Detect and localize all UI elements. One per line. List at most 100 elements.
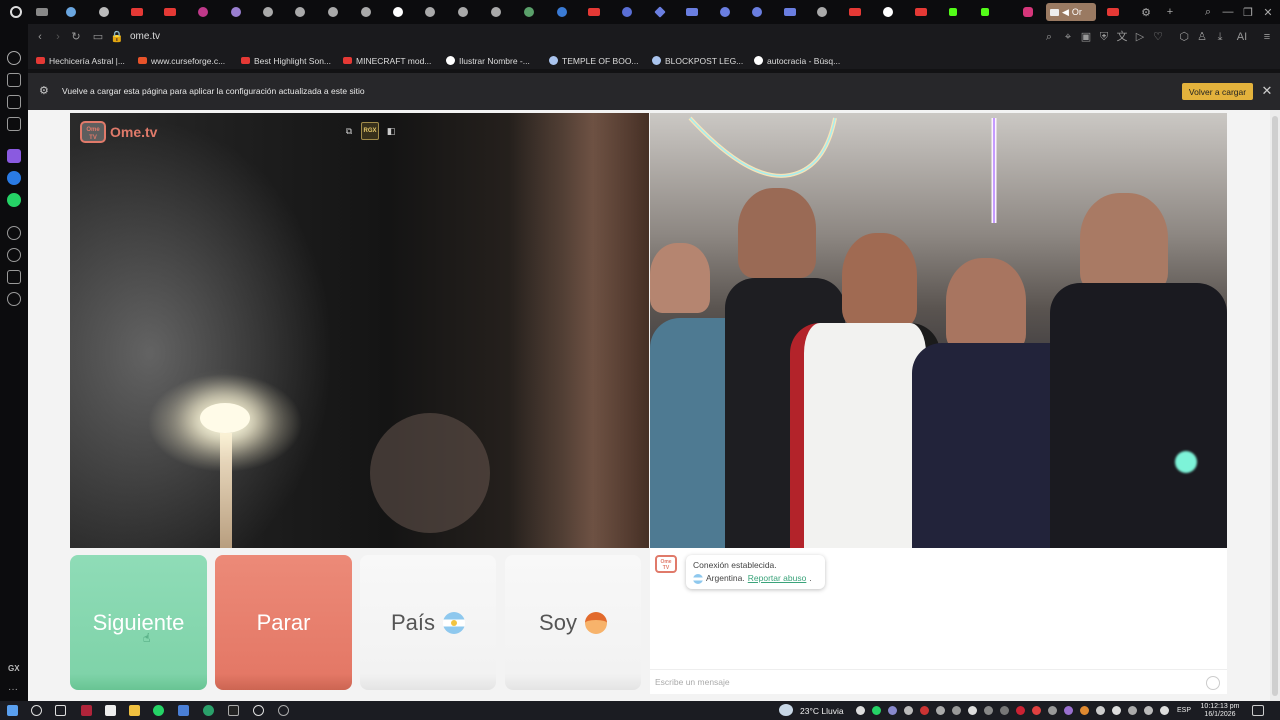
tab-steam[interactable] (55, 0, 87, 24)
extensions-icon[interactable] (7, 270, 21, 284)
tab-9[interactable] (447, 0, 479, 24)
close-window-icon[interactable]: ✕ (1260, 4, 1276, 20)
tab-active[interactable]: ◀ Or (1046, 3, 1096, 21)
tray-icon[interactable] (872, 706, 881, 715)
tab-youtube-5[interactable] (905, 0, 937, 24)
tab-1[interactable] (88, 0, 120, 24)
tiktok-taskbar-icon[interactable] (228, 705, 239, 716)
lock-icon[interactable]: 🔒 (110, 30, 124, 44)
tab-12[interactable] (546, 0, 578, 24)
reload-icon[interactable]: ↻ (69, 30, 83, 44)
tab-10[interactable] (480, 0, 512, 24)
report-abuse-link[interactable]: Reportar abuso (748, 572, 807, 585)
tray-icon[interactable] (984, 706, 993, 715)
tray-icon[interactable] (1080, 706, 1089, 715)
tab-8[interactable] (414, 0, 446, 24)
tab-google-1[interactable] (382, 0, 414, 24)
gx-cleaner-icon[interactable] (7, 95, 21, 109)
tab-kick-2[interactable] (969, 0, 1001, 24)
tray-icon[interactable] (856, 706, 865, 715)
back-icon[interactable]: ‹ (33, 30, 47, 44)
bookmark-item[interactable]: Hechicería Astral |... (36, 54, 125, 67)
tray-icon[interactable] (888, 706, 897, 715)
country-button[interactable]: País (360, 555, 496, 690)
tab-google-2[interactable] (872, 0, 904, 24)
tray-icon[interactable] (1032, 706, 1041, 715)
settings-gear-icon[interactable]: ⚙ (1138, 4, 1154, 20)
heart-icon[interactable]: ♡ (1151, 30, 1165, 44)
tab-6[interactable] (317, 0, 349, 24)
whatsapp-taskbar-icon[interactable] (153, 705, 164, 716)
tray-icon[interactable] (1064, 706, 1073, 715)
search-icon[interactable] (31, 705, 42, 716)
tab-14[interactable] (644, 0, 676, 24)
ai-icon[interactable]: AI (1231, 30, 1253, 44)
sidebar-settings-icon[interactable] (7, 292, 21, 306)
file-explorer-icon[interactable] (129, 705, 140, 716)
opera-taskbar-icon[interactable] (253, 705, 264, 716)
tab-17[interactable] (741, 0, 773, 24)
bookmark-item[interactable]: Best Highlight Son... (241, 54, 331, 67)
whatsapp-icon[interactable] (7, 193, 21, 207)
tray-icon[interactable] (1160, 706, 1169, 715)
twitch-icon[interactable] (7, 149, 21, 163)
tab-youtube-1[interactable] (121, 0, 153, 24)
tab-19[interactable] (806, 0, 838, 24)
chat-message-input[interactable] (655, 675, 1195, 689)
tray-icon[interactable] (968, 706, 977, 715)
download-icon[interactable]: ⤓ (1213, 30, 1227, 44)
gender-button[interactable]: Soy (505, 555, 641, 690)
task-view-icon[interactable] (55, 705, 66, 716)
bookmark-item[interactable]: MINECRAFT mod... (343, 54, 431, 67)
tab-15[interactable] (676, 0, 708, 24)
page-scrollbar[interactable] (1270, 110, 1280, 701)
reload-button[interactable]: Volver a cargar (1182, 83, 1253, 100)
shield-icon[interactable]: ⛨ (1097, 30, 1111, 44)
ometv-logo[interactable]: Ome TV Ome.tv (80, 121, 157, 143)
search-tabs-icon[interactable]: ⌕ (1200, 4, 1216, 20)
translate-icon[interactable]: 文 (1115, 30, 1129, 44)
player-icon[interactable] (7, 226, 21, 240)
tab-11[interactable] (513, 0, 545, 24)
camera-switch-icon[interactable]: ◧ (382, 122, 400, 140)
tray-icon[interactable] (936, 706, 945, 715)
messenger-icon[interactable] (7, 171, 21, 185)
store-icon[interactable] (105, 705, 116, 716)
tray-icon[interactable] (952, 706, 961, 715)
next-button[interactable]: Siguiente (70, 555, 207, 690)
new-tab-plus-icon[interactable]: + (1162, 4, 1178, 20)
rgx-button[interactable]: RGX (361, 122, 379, 140)
tab-2[interactable] (187, 0, 219, 24)
clock[interactable]: 10:12:13 pm 16/1/2026 (1198, 703, 1242, 719)
rain-cloud-icon[interactable] (779, 704, 793, 716)
start-windows-icon[interactable] (7, 705, 18, 716)
forward-icon[interactable]: › (51, 30, 65, 44)
tab-13[interactable] (611, 0, 643, 24)
tab-youtube-4[interactable] (839, 0, 871, 24)
bookmark-item[interactable]: TEMPLE OF BOO... (549, 54, 639, 67)
scrollbar-thumb[interactable] (1272, 116, 1278, 696)
history-icon[interactable] (7, 248, 21, 262)
bookmark-item[interactable]: www.curseforge.c... (138, 54, 225, 67)
opera-gx-taskbar-icon[interactable] (81, 705, 92, 716)
tab-youtube-6[interactable] (1097, 0, 1129, 24)
gx-label[interactable]: GX (8, 664, 20, 673)
tray-icon[interactable] (1016, 706, 1025, 715)
tab-18[interactable] (774, 0, 806, 24)
edge-taskbar-icon[interactable] (203, 705, 214, 716)
tab-youtube-2[interactable] (154, 0, 186, 24)
tab-4[interactable] (252, 0, 284, 24)
gx-control-icon[interactable] (7, 73, 21, 87)
tray-icon[interactable] (1000, 706, 1009, 715)
tab-workspaces-icon[interactable] (26, 0, 58, 24)
tray-icon[interactable] (1112, 706, 1121, 715)
tab-5[interactable] (284, 0, 316, 24)
bookmark-item[interactable]: autocracia - Búsq... (754, 54, 840, 67)
bookmark-item[interactable]: BLOCKPOST LEG... (652, 54, 743, 67)
tab-7[interactable] (350, 0, 382, 24)
url-field[interactable]: ome.tv (130, 31, 160, 42)
popout-icon[interactable]: ⧉ (340, 122, 358, 140)
restore-icon[interactable]: ❐ (1240, 4, 1256, 20)
app-taskbar-icon[interactable] (178, 705, 189, 716)
stop-button[interactable]: Parar (215, 555, 352, 690)
